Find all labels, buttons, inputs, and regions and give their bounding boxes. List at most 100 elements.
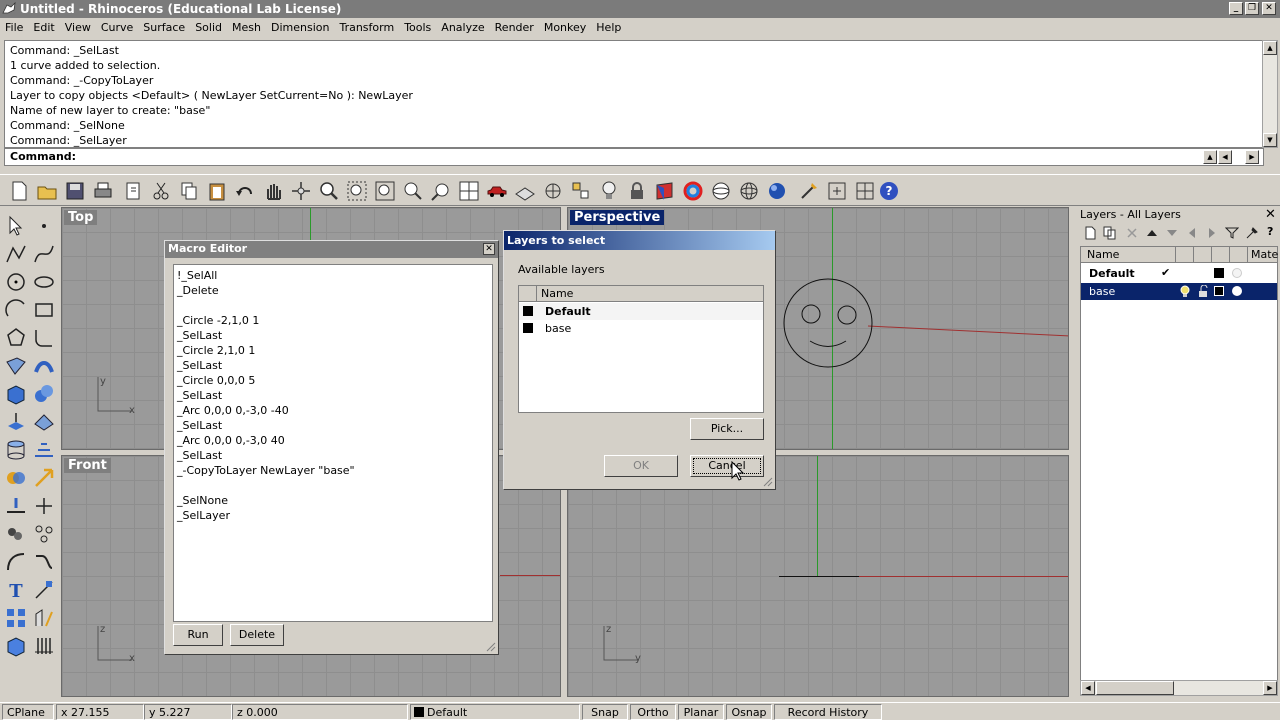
paste-icon[interactable] — [206, 180, 228, 202]
resize-grip-icon[interactable] — [486, 642, 496, 652]
curve-icon[interactable] — [32, 242, 56, 266]
minimize-button[interactable]: _ — [1229, 2, 1243, 15]
move-parent-icon[interactable] — [1185, 226, 1199, 240]
ok-button[interactable]: OK — [604, 455, 678, 477]
layer-row-base[interactable]: base — [519, 320, 763, 337]
explode-icon[interactable] — [32, 522, 56, 546]
car-icon[interactable] — [486, 180, 508, 202]
material-column-header[interactable]: Mate — [1251, 248, 1278, 261]
menu-dimension[interactable]: Dimension — [266, 18, 334, 38]
scroll-left-icon[interactable]: ◀ — [1081, 681, 1095, 695]
new-sublayer-icon[interactable] — [1103, 226, 1117, 240]
rotate-view-icon[interactable] — [290, 180, 312, 202]
layers-hscrollbar[interactable]: ◀ ▶ — [1080, 680, 1278, 696]
grid-plane-icon[interactable] — [514, 180, 536, 202]
menu-render[interactable]: Render — [490, 18, 539, 38]
help-icon[interactable]: ? — [1267, 225, 1273, 238]
scroll-right-icon[interactable]: ▶ — [1263, 681, 1277, 695]
command-line[interactable]: Command: ▲ ◀ ▶ — [4, 148, 1264, 166]
sweep-icon[interactable] — [32, 354, 56, 378]
close-icon[interactable]: ✕ — [483, 243, 495, 255]
split-icon[interactable] — [4, 494, 28, 518]
scroll-up-icon[interactable]: ▲ — [1263, 41, 1277, 55]
name-column-header[interactable]: Name — [1087, 248, 1119, 261]
current-layer-indicator[interactable]: Default — [410, 704, 580, 720]
shaded-sphere-icon[interactable] — [710, 180, 732, 202]
zoom-extents-icon[interactable] — [374, 180, 396, 202]
zoom-selected-icon[interactable] — [402, 180, 424, 202]
lock-icon[interactable] — [626, 180, 648, 202]
pan-hand-icon[interactable] — [262, 180, 284, 202]
render-box-icon[interactable] — [4, 634, 28, 658]
record-history-toggle[interactable]: Record History — [774, 704, 882, 720]
scroll-down-icon[interactable]: ▼ — [1263, 133, 1277, 147]
ortho-toggle[interactable]: Ortho — [630, 704, 676, 720]
resize-grip-icon[interactable] — [763, 477, 773, 487]
close-button[interactable]: ✕ — [1262, 2, 1276, 15]
select-arrow-icon[interactable] — [4, 214, 28, 238]
osnap-toggle[interactable]: Osnap — [726, 704, 772, 720]
viewport-label-perspective[interactable]: Perspective — [570, 210, 665, 225]
properties-icon[interactable] — [798, 180, 820, 202]
move-child-icon[interactable] — [1205, 226, 1219, 240]
render-sphere-icon[interactable] — [766, 180, 788, 202]
grid-snap-icon[interactable] — [854, 180, 876, 202]
menu-monkey[interactable]: Monkey — [539, 18, 591, 38]
extrude-icon[interactable] — [4, 410, 28, 434]
pick-button[interactable]: Pick... — [690, 418, 764, 440]
print-icon[interactable] — [92, 180, 114, 202]
dimension-icon[interactable] — [32, 578, 56, 602]
close-icon[interactable]: ✕ — [1265, 207, 1276, 222]
ellipse-icon[interactable] — [32, 270, 56, 294]
zoom-icon[interactable] — [318, 180, 340, 202]
run-button[interactable]: Run — [173, 624, 223, 646]
menu-tools[interactable]: Tools — [399, 18, 436, 38]
fillet-icon[interactable] — [32, 326, 56, 350]
transform-icon[interactable] — [32, 466, 56, 490]
contour-icon[interactable] — [32, 634, 56, 658]
layer-row-default[interactable]: Default — [519, 303, 763, 320]
macro-text-area[interactable]: !_SelAll _Delete _Circle -2,1,0 1 _SelLa… — [173, 264, 493, 622]
menu-transform[interactable]: Transform — [334, 18, 399, 38]
polygon-icon[interactable] — [4, 326, 28, 350]
material-icon[interactable] — [1232, 268, 1242, 278]
color-wheel-icon[interactable] — [682, 180, 704, 202]
menu-help[interactable]: Help — [591, 18, 626, 38]
rectangle-icon[interactable] — [32, 298, 56, 322]
boolean-icon[interactable] — [4, 466, 28, 490]
blend-icon[interactable] — [32, 550, 56, 574]
menu-analyze[interactable]: Analyze — [436, 18, 489, 38]
network-surface-icon[interactable] — [32, 410, 56, 434]
material-icon[interactable] — [1232, 286, 1242, 296]
move-up-icon[interactable] — [1145, 226, 1159, 240]
unlock-icon[interactable] — [1197, 285, 1209, 298]
delete-button[interactable]: Delete — [230, 624, 284, 646]
circle-icon[interactable] — [4, 270, 28, 294]
help-icon[interactable]: ? — [878, 180, 900, 202]
viewport-layout-icon[interactable] — [458, 180, 480, 202]
zoom-dynamic-icon[interactable] — [430, 180, 452, 202]
name-column-header[interactable]: Name — [541, 287, 573, 300]
layers-list[interactable]: Name Default base — [518, 285, 764, 413]
layer-color-swatch[interactable] — [1214, 268, 1224, 278]
arc-icon[interactable] — [4, 298, 28, 322]
viewport-right[interactable]: z y — [567, 455, 1069, 697]
options-icon[interactable] — [826, 180, 848, 202]
scroll-thumb[interactable] — [1096, 681, 1174, 695]
scroll-left-icon[interactable]: ◀ — [1218, 150, 1232, 164]
menu-edit[interactable]: Edit — [28, 18, 59, 38]
curve-edit-icon[interactable] — [4, 550, 28, 574]
save-icon[interactable] — [64, 180, 86, 202]
layer-color-swatch[interactable] — [1214, 286, 1224, 296]
osnap-icon[interactable] — [542, 180, 564, 202]
layer-row-default[interactable]: Default ✔ — [1081, 265, 1277, 282]
open-folder-icon[interactable] — [36, 180, 58, 202]
move-down-icon[interactable] — [1165, 226, 1179, 240]
polyline-icon[interactable] — [4, 242, 28, 266]
cylinder-icon[interactable] — [4, 438, 28, 462]
viewport-label-top[interactable]: Top — [64, 210, 98, 225]
planar-toggle[interactable]: Planar — [678, 704, 724, 720]
viewport-label-front[interactable]: Front — [64, 458, 111, 473]
menu-view[interactable]: View — [60, 18, 96, 38]
text-icon[interactable]: T — [4, 578, 28, 602]
